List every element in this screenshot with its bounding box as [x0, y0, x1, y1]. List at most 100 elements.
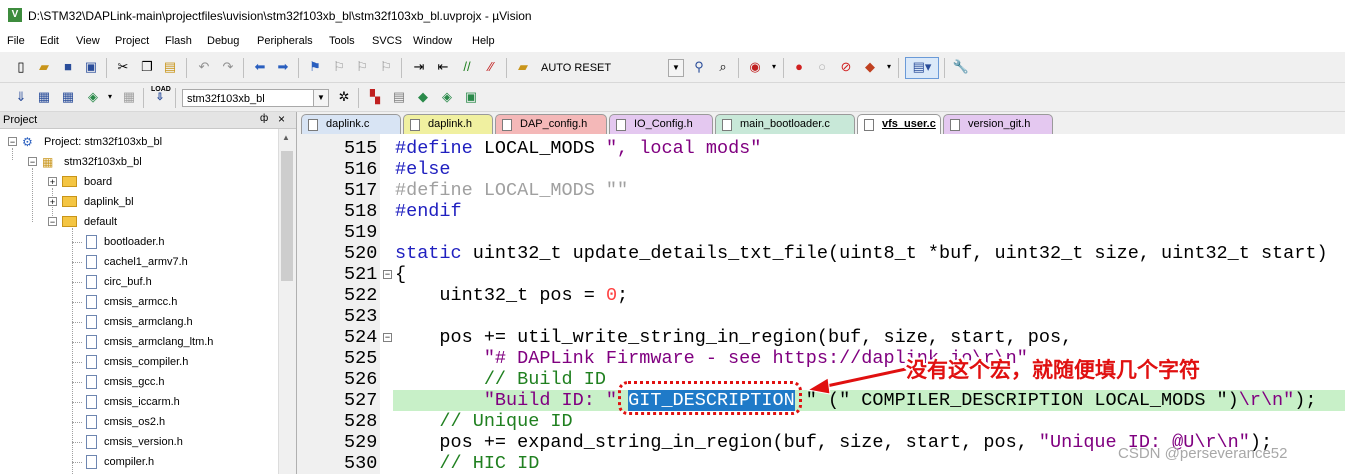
tree-item-target[interactable]: − ▦ stm32f103xb_bl: [0, 152, 278, 172]
copy-icon[interactable]: ❐: [138, 58, 156, 76]
tree-item-file[interactable]: cmsis_version.h: [0, 432, 278, 452]
debug-session-icon[interactable]: ◉: [746, 58, 764, 76]
manage-components-icon[interactable]: ▚: [366, 88, 384, 106]
tab-vfs-user-c[interactable]: vfs_user.c: [857, 114, 941, 134]
tree-item-file[interactable]: cmsis_gcc.h: [0, 372, 278, 392]
menu-file[interactable]: File: [7, 35, 25, 47]
reset-combo[interactable]: AUTO RESET ▼: [537, 59, 684, 77]
build-icon[interactable]: ▦: [35, 88, 53, 106]
tab-daplink-h[interactable]: daplink.h: [403, 114, 493, 134]
collapse-icon[interactable]: −: [28, 157, 37, 167]
batch-build-icon[interactable]: ◈: [84, 88, 102, 106]
tree-item-file[interactable]: cmsis_armcc.h: [0, 292, 278, 312]
navigate-forward-icon[interactable]: ➡: [274, 58, 292, 76]
code-line[interactable]: 515 #define LOCAL_MODS ", local mods": [298, 138, 1345, 159]
code-line[interactable]: 517 #define LOCAL_MODS "": [298, 180, 1345, 201]
target-select[interactable]: stm32f103xb_bl ▼: [182, 89, 329, 107]
tree-item-file[interactable]: cmsis_iccarm.h: [0, 392, 278, 412]
menu-debug[interactable]: Debug: [207, 35, 239, 47]
redo-icon[interactable]: ↷: [219, 58, 237, 76]
breakpoint-icon[interactable]: ●: [790, 58, 808, 76]
tree-item-file[interactable]: cmsis_os2.h: [0, 412, 278, 432]
find-in-files-icon[interactable]: ⚲: [690, 58, 708, 76]
collapse-icon[interactable]: −: [8, 137, 17, 147]
prev-bookmark-icon[interactable]: ⚐: [330, 58, 348, 76]
chevron-down-icon[interactable]: ▾: [765, 58, 783, 76]
file-extensions-icon[interactable]: ▤: [390, 88, 408, 106]
tree-item-file[interactable]: cachel1_armv7.h: [0, 252, 278, 272]
code-line[interactable]: 521−{: [298, 264, 1345, 285]
code-line[interactable]: 516 #else: [298, 159, 1345, 180]
chevron-down-icon[interactable]: ▾: [880, 58, 898, 76]
reset-mode-icon[interactable]: ▰: [514, 58, 532, 76]
new-file-icon[interactable]: ▯: [12, 58, 30, 76]
next-bookmark-icon[interactable]: ⚐: [353, 58, 371, 76]
menu-flash[interactable]: Flash: [165, 35, 192, 47]
scroll-up-icon[interactable]: ▲: [282, 133, 290, 142]
menu-help[interactable]: Help: [472, 35, 495, 47]
enable-all-breakpoints-icon[interactable]: ◆: [861, 58, 879, 76]
pack-installer-icon[interactable]: ◈: [438, 88, 456, 106]
tab-version-git-h[interactable]: version_git.h: [943, 114, 1053, 134]
configure-wrench-icon[interactable]: 🔧: [952, 58, 970, 76]
tab-daplink-c[interactable]: daplink.c: [301, 114, 401, 134]
tab-io-config-h[interactable]: IO_Config.h: [609, 114, 713, 134]
unindent-icon[interactable]: ⇤: [434, 58, 452, 76]
cut-icon[interactable]: ✂: [114, 58, 132, 76]
target-options-icon[interactable]: ✲: [335, 88, 353, 106]
save-all-icon[interactable]: ▣: [82, 58, 100, 76]
menu-tools[interactable]: Tools: [329, 35, 355, 47]
kill-breakpoints-icon[interactable]: ⊘: [837, 58, 855, 76]
undo-icon[interactable]: ↶: [195, 58, 213, 76]
run-time-environment-icon[interactable]: ◆: [414, 88, 432, 106]
fold-toggle-icon[interactable]: −: [383, 333, 392, 342]
code-line[interactable]: 523: [298, 306, 1345, 327]
project-scrollbar[interactable]: ▲: [278, 129, 296, 474]
tree-item-file[interactable]: cmsis_armclang_ltm.h: [0, 332, 278, 352]
menu-edit[interactable]: Edit: [40, 35, 59, 47]
open-folder-icon[interactable]: ▰: [35, 58, 53, 76]
tree-item-file[interactable]: compiler.h: [0, 452, 278, 472]
expand-icon[interactable]: +: [48, 177, 57, 187]
code-line[interactable]: 528 // Unique ID: [298, 411, 1345, 432]
tree-item-file[interactable]: circ_buf.h: [0, 272, 278, 292]
code-line[interactable]: 522 uint32_t pos = 0;: [298, 285, 1345, 306]
tree-item-file[interactable]: bootloader.h: [0, 232, 278, 252]
tree-item-project[interactable]: − ⚙ Project: stm32f103xb_bl: [0, 132, 278, 152]
menu-svcs[interactable]: SVCS: [372, 35, 402, 47]
fold-toggle-icon[interactable]: −: [383, 270, 392, 279]
tree-item-folder[interactable]: + board: [0, 172, 278, 192]
chevron-down-icon[interactable]: ▾: [101, 88, 119, 106]
tab-main-bootloader-c[interactable]: main_bootloader.c: [715, 114, 855, 134]
rebuild-icon[interactable]: ▦: [59, 88, 77, 106]
download-load-icon[interactable]: LOAD ⇩: [151, 86, 171, 104]
code-line[interactable]: 518 #endif: [298, 201, 1345, 222]
collapse-icon[interactable]: −: [48, 217, 57, 227]
select-software-packs-icon[interactable]: ▣: [462, 88, 480, 106]
tab-dap-config-h[interactable]: DAP_config.h: [495, 114, 607, 134]
menu-view[interactable]: View: [76, 35, 100, 47]
close-icon[interactable]: ×: [278, 112, 285, 126]
clear-bookmarks-icon[interactable]: ⚐: [377, 58, 395, 76]
code-line[interactable]: 524− pos += util_write_string_in_region(…: [298, 327, 1345, 348]
menu-project[interactable]: Project: [115, 35, 149, 47]
menu-peripherals[interactable]: Peripherals: [257, 35, 313, 47]
chevron-down-icon[interactable]: ▼: [313, 90, 328, 106]
incremental-find-icon[interactable]: ⌕: [714, 58, 732, 76]
tree-item-file[interactable]: cmsis_compiler.h: [0, 352, 278, 372]
stop-build-icon[interactable]: ▦: [120, 88, 138, 106]
navigate-back-icon[interactable]: ⬅: [251, 58, 269, 76]
menu-window[interactable]: Window: [413, 35, 452, 47]
expand-icon[interactable]: +: [48, 197, 57, 207]
chevron-down-icon[interactable]: ▼: [668, 59, 684, 77]
translate-icon[interactable]: ⇓: [12, 88, 30, 106]
scrollbar-thumb[interactable]: [281, 151, 293, 281]
comment-icon[interactable]: //: [458, 58, 476, 76]
bookmark-icon[interactable]: ⚑: [306, 58, 324, 76]
tree-item-folder[interactable]: − default: [0, 212, 278, 232]
pin-icon[interactable]: ф: [260, 113, 268, 124]
tree-item-folder[interactable]: + daplink_bl: [0, 192, 278, 212]
uncomment-icon[interactable]: ⁄⁄: [482, 58, 500, 76]
code-line[interactable]: 519: [298, 222, 1345, 243]
tree-item-file[interactable]: cmsis_armclang.h: [0, 312, 278, 332]
